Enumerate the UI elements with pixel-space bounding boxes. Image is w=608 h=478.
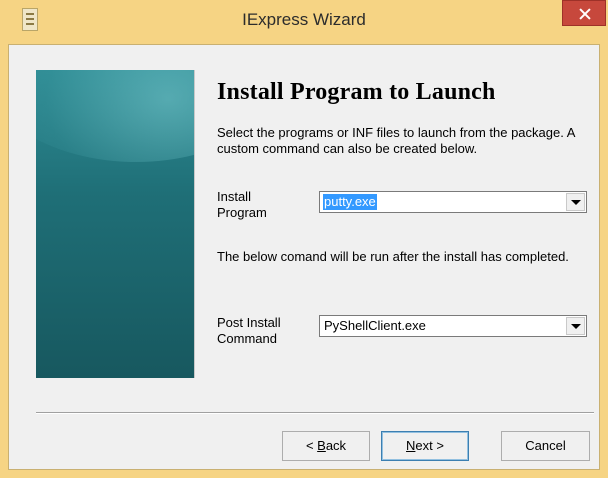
next-button-rest: ext > [415, 438, 444, 453]
back-button-rest: ack [325, 438, 347, 453]
wizard-banner-image [36, 70, 195, 378]
post-install-command-value[interactable]: PyShellClient.exe [323, 318, 427, 334]
next-button[interactable]: Next > [381, 431, 469, 461]
back-button-accel: B [317, 438, 326, 453]
title-bar[interactable]: IExpress Wizard [0, 0, 608, 44]
cancel-button[interactable]: Cancel [501, 431, 590, 461]
install-program-label-line1: Install [217, 189, 251, 204]
install-program-label-line2: Program [217, 205, 267, 220]
page-title: Install Program to Launch [217, 79, 496, 105]
install-program-value[interactable]: putty.exe [323, 194, 377, 210]
banner-glow [36, 70, 194, 162]
button-separator [36, 412, 594, 414]
window-title: IExpress Wizard [242, 10, 366, 29]
post-install-info: The below comand will be run after the i… [217, 249, 569, 264]
post-install-label-line1: Post Install [217, 315, 281, 330]
next-button-accel: N [406, 438, 416, 453]
wizard-window: IExpress Wizard Install Program to Launc… [0, 0, 608, 478]
install-program-label: Install Program [217, 189, 267, 221]
post-install-label-line2: Command [217, 331, 277, 346]
chevron-down-icon[interactable] [566, 193, 585, 211]
chevron-down-icon[interactable] [566, 317, 585, 335]
post-install-label: Post Install Command [217, 315, 281, 347]
install-program-combo[interactable]: putty.exe [319, 191, 587, 213]
wizard-content: Install Program to Launch Select the pro… [8, 44, 600, 470]
post-install-command-combo[interactable]: PyShellClient.exe [319, 315, 587, 337]
page-description: Select the programs or INF files to laun… [217, 125, 575, 156]
back-button-prefix: < [305, 438, 318, 453]
back-button[interactable]: < Back [282, 431, 370, 461]
close-button[interactable] [562, 0, 606, 26]
